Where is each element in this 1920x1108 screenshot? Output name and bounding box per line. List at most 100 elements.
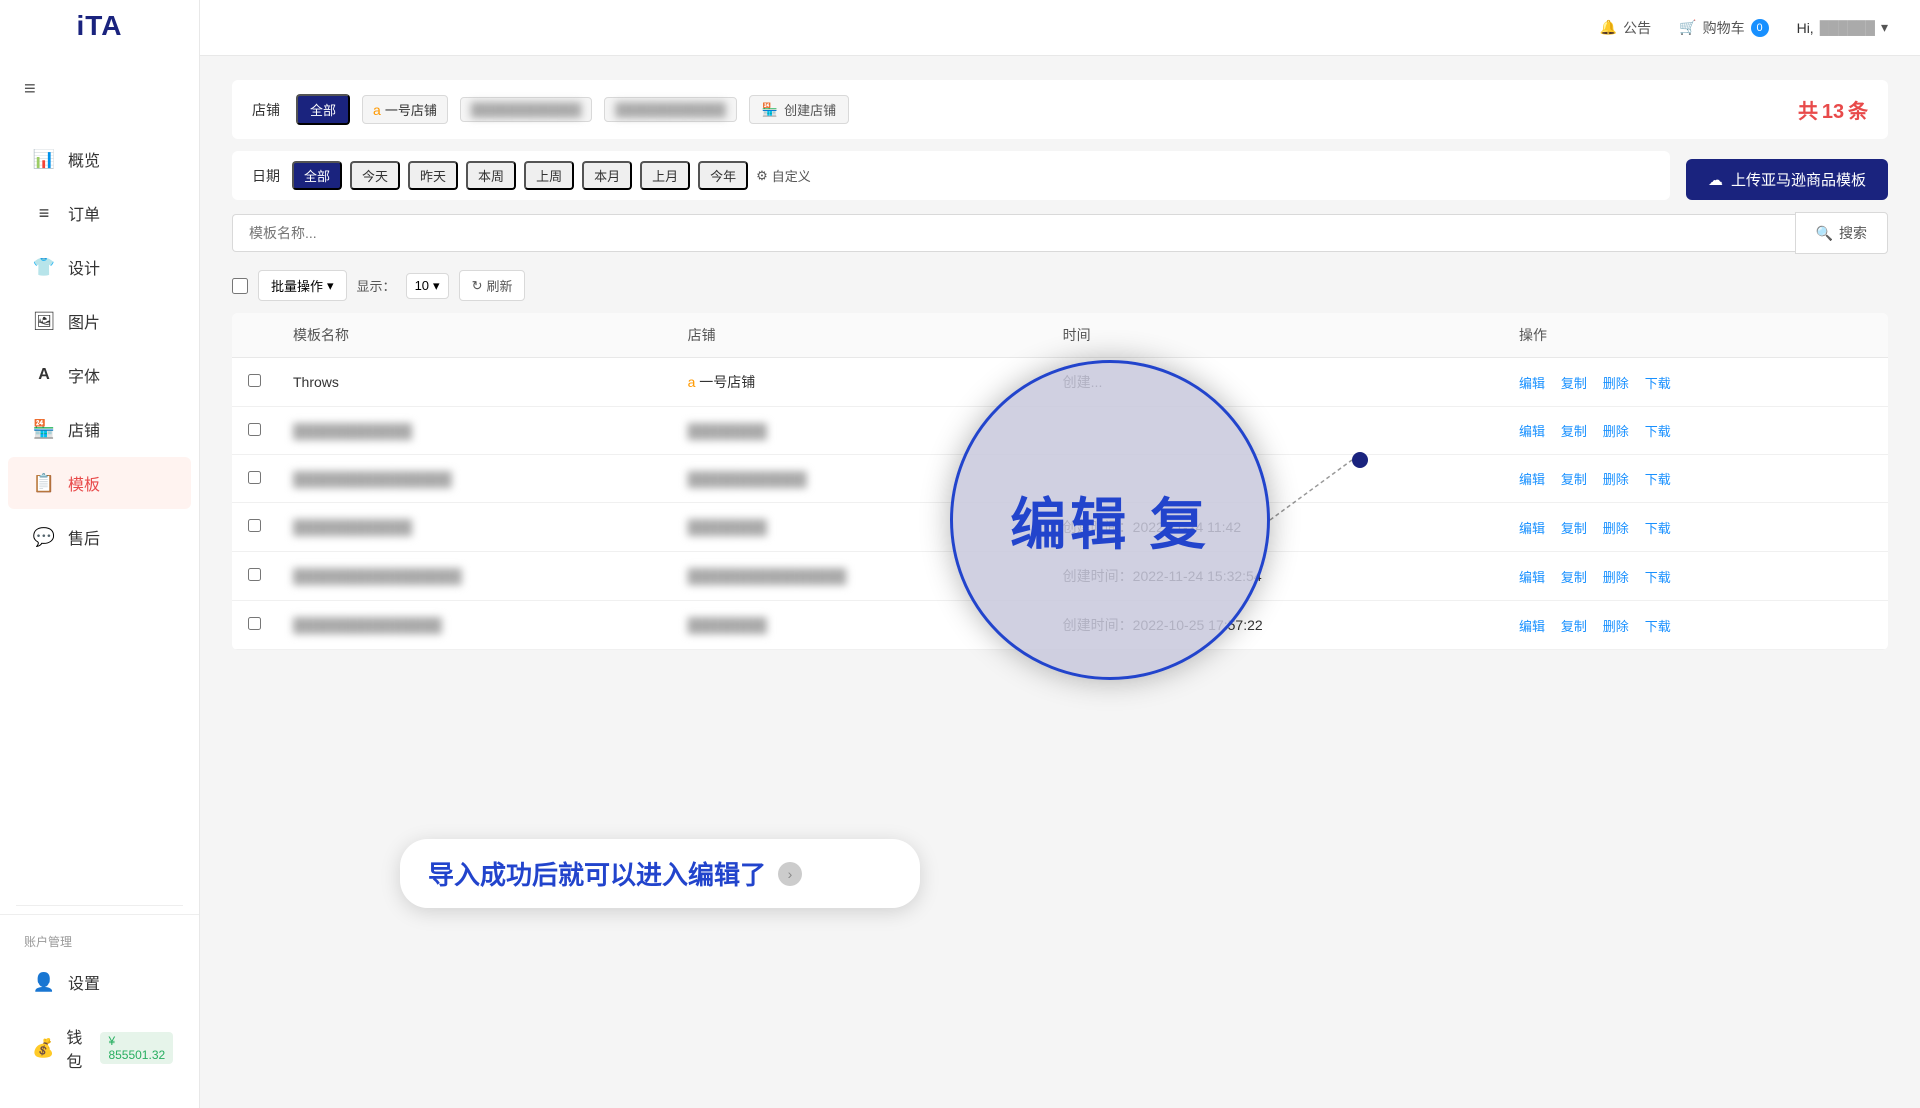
sidebar-item-overview[interactable]: 📊 概览	[8, 133, 191, 185]
date-all-btn[interactable]: 全部	[292, 161, 342, 190]
batch-operations-button[interactable]: 批量操作 ▾	[258, 270, 347, 301]
row-name-cell: ████████████████	[277, 455, 672, 503]
store3-chip[interactable]: ████████████	[604, 97, 737, 122]
row-actions-cell: 编辑 复制 删除 下载	[1503, 601, 1888, 650]
copy-link-3[interactable]: 复制	[1561, 521, 1587, 536]
time-value: 创建时间：2022-10-25 17:57:22	[1063, 617, 1263, 633]
delete-link-0[interactable]: 删除	[1603, 376, 1629, 391]
date-thisweek-btn[interactable]: 本周	[466, 161, 516, 190]
download-link-1[interactable]: 下载	[1645, 424, 1671, 439]
store-filter-row: 店铺 全部 a 一号店铺 ████████████ ████████████ 🏪…	[232, 80, 1888, 139]
search-icon: 🔍	[1816, 225, 1833, 242]
delete-link-2[interactable]: 删除	[1603, 472, 1629, 487]
date-yesterday-btn[interactable]: 昨天	[408, 161, 458, 190]
download-link-3[interactable]: 下载	[1645, 521, 1671, 536]
show-label: 显示：	[357, 276, 396, 295]
sidebar-divider	[16, 905, 183, 906]
stores-icon: 🏪	[32, 417, 56, 441]
hamburger-button[interactable]: ≡	[0, 58, 199, 121]
delete-link-3[interactable]: 删除	[1603, 521, 1629, 536]
store1-chip[interactable]: a 一号店铺	[362, 95, 448, 124]
search-button[interactable]: 🔍 搜索	[1795, 212, 1888, 254]
row-checkbox[interactable]	[248, 374, 261, 387]
row-time-cell: 创建时间：2022-10-25 17:57:22	[1047, 601, 1503, 650]
sidebar-item-fonts[interactable]: A 字体	[8, 349, 191, 401]
sidebar-item-aftersales[interactable]: 💬 售后	[8, 511, 191, 563]
sidebar-item-label-orders: 订单	[68, 201, 100, 225]
refresh-button[interactable]: ↻ 刷新	[459, 270, 526, 301]
copy-link-0[interactable]: 复制	[1561, 376, 1587, 391]
copy-link-5[interactable]: 复制	[1561, 619, 1587, 634]
dropdown-arrow-icon: ▾	[327, 278, 334, 294]
search-input[interactable]	[232, 214, 1795, 252]
download-link-0[interactable]: 下载	[1645, 376, 1671, 391]
sidebar-item-design[interactable]: 👕 设计	[8, 241, 191, 293]
date-thisyear-btn[interactable]: 今年	[698, 161, 748, 190]
row-checkbox[interactable]	[248, 617, 261, 630]
row-store-cell: ████████	[672, 601, 1047, 650]
row-checkbox[interactable]	[248, 423, 261, 436]
download-link-4[interactable]: 下载	[1645, 570, 1671, 585]
sidebar-item-wallet[interactable]: 💰 钱包 ¥ 855501.32	[8, 1010, 191, 1086]
template-name: ████████████████	[293, 471, 452, 487]
delete-link-4[interactable]: 删除	[1603, 570, 1629, 585]
template-name: ████████████	[293, 519, 412, 535]
row-time-cell: 创建...	[1047, 358, 1503, 407]
sidebar-item-orders[interactable]: ≡ 订单	[8, 187, 191, 239]
edit-link-2[interactable]: 编辑	[1519, 472, 1545, 487]
hamburger-icon: ≡	[24, 78, 36, 100]
sidebar-item-images[interactable]: 🖼 图片	[8, 295, 191, 347]
total-number: 13	[1822, 101, 1844, 123]
sidebar-item-settings[interactable]: 👤 设置	[8, 956, 191, 1008]
template-name: ████████████	[293, 423, 412, 439]
table-header: 模板名称 店铺 时间 操作	[232, 313, 1888, 358]
table-row: ████████████ ████████ 创建时间：2022-11-24 11…	[232, 503, 1888, 552]
copy-link-2[interactable]: 复制	[1561, 472, 1587, 487]
show-dropdown-icon: ▾	[433, 278, 440, 294]
row-checkbox[interactable]	[248, 471, 261, 484]
total-count: 共 13 条	[1798, 95, 1868, 124]
row-actions-cell: 编辑 复制 删除 下载	[1503, 503, 1888, 552]
download-link-2[interactable]: 下载	[1645, 472, 1671, 487]
create-store-label: 创建店铺	[784, 100, 836, 119]
edit-link-5[interactable]: 编辑	[1519, 619, 1545, 634]
refresh-label: 刷新	[486, 276, 512, 295]
date-thismonth-btn[interactable]: 本月	[582, 161, 632, 190]
search-btn-label: 搜索	[1839, 223, 1867, 243]
upload-template-button[interactable]: ☁ 上传亚马逊商品模板	[1686, 159, 1888, 200]
edit-link-0[interactable]: 编辑	[1519, 376, 1545, 391]
store-name: ████████████	[688, 471, 807, 487]
template-name: █████████████████	[293, 568, 462, 584]
store2-chip[interactable]: ████████████	[460, 97, 593, 122]
store-all-button[interactable]: 全部	[296, 94, 350, 125]
sidebar-item-stores[interactable]: 🏪 店铺	[8, 403, 191, 455]
row-checkbox[interactable]	[248, 568, 261, 581]
edit-link-4[interactable]: 编辑	[1519, 570, 1545, 585]
copy-link-4[interactable]: 复制	[1561, 570, 1587, 585]
upload-btn-label: 上传亚马逊商品模板	[1731, 169, 1866, 190]
date-today-btn[interactable]: 今天	[350, 161, 400, 190]
orders-icon: ≡	[32, 201, 56, 225]
create-store-button[interactable]: 🏪 创建店铺	[749, 95, 849, 124]
date-lastweek-btn[interactable]: 上周	[524, 161, 574, 190]
select-all-checkbox[interactable]	[232, 278, 248, 294]
date-lastmonth-btn[interactable]: 上月	[640, 161, 690, 190]
download-link-5[interactable]: 下载	[1645, 619, 1671, 634]
delete-link-5[interactable]: 删除	[1603, 619, 1629, 634]
cloud-upload-icon: ☁	[1708, 171, 1723, 189]
date-custom-btn[interactable]: ⚙ 自定义	[756, 166, 811, 185]
show-select[interactable]: 10 ▾	[406, 273, 449, 299]
delete-link-1[interactable]: 删除	[1603, 424, 1629, 439]
cart-count: 0	[1751, 19, 1769, 37]
user-menu[interactable]: Hi, ██████ ▾	[1797, 19, 1888, 36]
search-row: 🔍 搜索	[232, 212, 1888, 254]
row-checkbox[interactable]	[248, 519, 261, 532]
sidebar-item-templates[interactable]: 📋 模板	[8, 457, 191, 509]
edit-link-3[interactable]: 编辑	[1519, 521, 1545, 536]
row-checkbox-cell	[232, 601, 277, 650]
cart-button[interactable]: 🛒 购物车 0	[1679, 18, 1768, 38]
edit-link-1[interactable]: 编辑	[1519, 424, 1545, 439]
notice-button[interactable]: 🔔 公告	[1600, 18, 1651, 38]
row-checkbox-cell	[232, 407, 277, 455]
copy-link-1[interactable]: 复制	[1561, 424, 1587, 439]
